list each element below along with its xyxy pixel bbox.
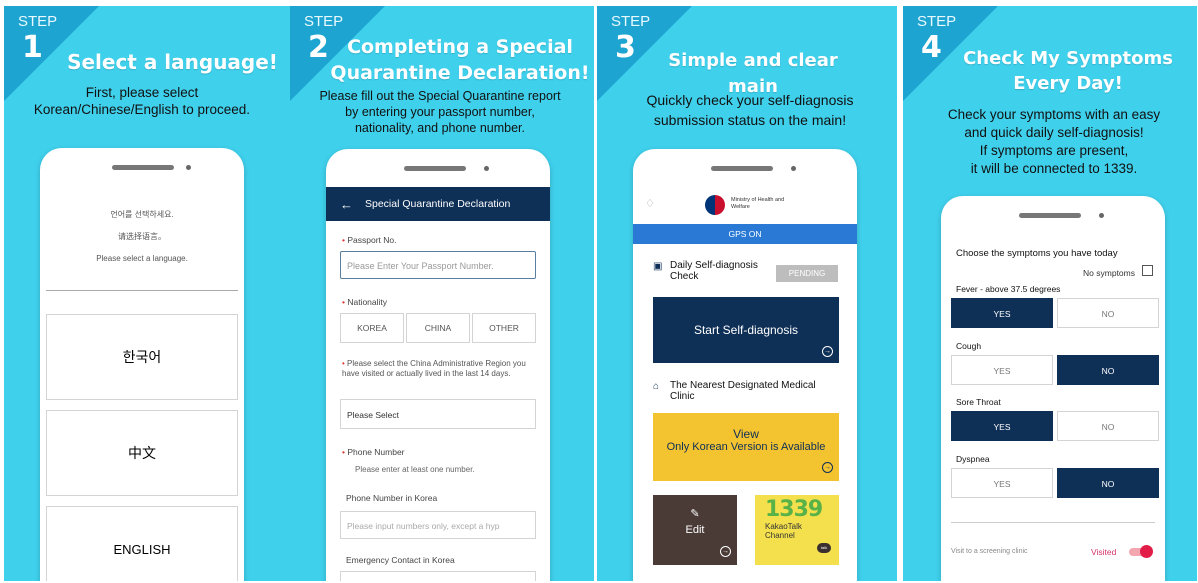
step-number: 4 [921, 30, 942, 65]
status-badge: PENDING [776, 265, 838, 282]
step-description: Please fill out the Special Quarantine r… [319, 89, 561, 135]
back-arrow-icon[interactable]: ← [340, 197, 353, 212]
language-option-english[interactable]: ENGLISH [46, 506, 238, 581]
step-label: STEP [18, 13, 58, 30]
nationality-other[interactable]: OTHER [472, 313, 536, 343]
phone-mockup: ♢ Ministry of Health and Welfare GPS ON … [633, 149, 857, 581]
kakaotalk-channel-button[interactable]: 1339 KakaoTalk Channel talk [755, 495, 839, 565]
symptom-no-button[interactable]: NO [1057, 411, 1159, 441]
symptom-yes-button[interactable]: YES [951, 411, 1053, 441]
clinic-title: The Nearest Designated Medical Clinic [670, 380, 816, 402]
symptom-label: Fever - above 37.5 degrees [956, 284, 1061, 294]
divider [951, 522, 1155, 523]
main-screen: ♢ Ministry of Health and Welfare GPS ON … [633, 187, 857, 581]
daily-check-title: Daily Self-diagnosis Check [670, 260, 758, 282]
phone-korea-input[interactable]: Please input numbers only, except a hyp [340, 511, 536, 539]
visited-status: Visited [1091, 547, 1117, 557]
emergency-contact-input[interactable] [340, 571, 536, 581]
symptoms-screen: Choose the symptoms you have today No sy… [941, 234, 1165, 581]
step-number: 1 [22, 30, 43, 65]
symptom-label: Cough [956, 341, 982, 351]
ministry-name: Ministry of Health and Welfare [731, 197, 785, 210]
symptom-yes-button[interactable]: YES [951, 468, 1053, 498]
talk-bubble-icon: talk [817, 543, 831, 553]
start-self-diagnosis-button[interactable]: Start Self-diagnosis → [653, 297, 839, 363]
arrow-circle-icon: → [720, 546, 731, 557]
phone-label: • Phone Number [342, 447, 405, 457]
step-description: First, please select Korean/Chinese/Engli… [33, 85, 251, 117]
step-3-panel: STEP 3 Simple and clear main Quickly che… [597, 6, 897, 581]
phone-speaker [404, 166, 466, 171]
ministry-logo-icon [705, 195, 725, 215]
emergency-contact-label: Emergency Contact in Korea [346, 555, 455, 565]
phone-camera [1099, 213, 1104, 218]
symptom-label: Sore Throat [956, 397, 1001, 407]
step-number: 2 [308, 30, 329, 65]
declaration-screen: ← Special Quarantine Declaration • Passp… [326, 187, 550, 581]
step-description: Quickly check your self-diagnosis submiss… [646, 92, 854, 128]
home-icon: ⌂ [653, 381, 660, 392]
passport-input[interactable]: Please Enter Your Passport Number. [340, 251, 536, 279]
phone-hint: Please enter at least one number. [355, 465, 475, 474]
step-label: STEP [304, 13, 344, 30]
phone-mockup: Choose the symptoms you have today No sy… [941, 196, 1165, 581]
no-symptoms-label: No symptoms [1083, 268, 1135, 278]
symptom-no-button[interactable]: NO [1057, 468, 1159, 498]
language-option-korean[interactable]: 한국어 [46, 314, 238, 400]
gps-status-bar: GPS ON [633, 224, 857, 244]
phone-camera [484, 166, 489, 171]
step-number: 3 [615, 30, 636, 65]
step-4-panel: STEP 4 Check My Symptoms Every Day! Check… [903, 6, 1197, 581]
visit-label: Visit to a screening clinic [951, 548, 1028, 555]
pencil-icon: ✎ [690, 508, 700, 520]
language-prompts: 언어를 선택하세요. 请选择语言。 Please select a language… [96, 210, 188, 263]
symptoms-heading: Choose the symptoms you have today [956, 248, 1118, 259]
phone-camera [186, 165, 191, 170]
region-select[interactable]: Please Select [340, 399, 536, 429]
symptom-label: Dyspnea [956, 454, 990, 464]
nationality-korea[interactable]: KOREA [340, 313, 404, 343]
no-symptoms-checkbox[interactable] [1142, 265, 1153, 276]
symptom-no-button[interactable]: NO [1057, 298, 1159, 328]
phone-speaker [711, 166, 773, 171]
view-clinic-button[interactable]: View Only Korean Version is Available → [653, 413, 839, 481]
symptom-yes-button[interactable]: YES [951, 355, 1053, 385]
step-2-panel: STEP 2 Completing a Special Quarantine De… [290, 6, 594, 581]
nationality-label: • Nationality [342, 297, 388, 307]
language-option-chinese[interactable]: 中文 [46, 410, 238, 496]
phone-korea-label: Phone Number in Korea [346, 493, 438, 503]
step-1-panel: STEP 1 Select a language! First, please … [4, 6, 300, 581]
step-label: STEP [611, 13, 651, 30]
kakao-number: 1339 [765, 497, 823, 522]
step-title: Check My Symptoms Every Day! [963, 48, 1173, 94]
form-header: ← Special Quarantine Declaration [326, 187, 550, 221]
step-title: Select a language! [67, 50, 278, 74]
bell-icon[interactable]: ♢ [645, 197, 655, 210]
phone-speaker [1019, 213, 1081, 218]
visited-toggle[interactable] [1129, 545, 1153, 558]
passport-label: • Passport No. [342, 235, 397, 245]
step-label: STEP [917, 13, 957, 30]
edit-button[interactable]: ✎ Edit → [653, 495, 737, 565]
calendar-icon: ▣ [653, 261, 663, 272]
nationality-china[interactable]: CHINA [406, 313, 470, 343]
phone-camera [791, 166, 796, 171]
step-title: Completing a Special Quarantine Declarati… [330, 36, 590, 84]
symptom-no-button[interactable]: NO [1057, 355, 1159, 385]
region-label: • Please select the China Administrative… [342, 359, 526, 378]
phone-mockup: ← Special Quarantine Declaration • Passp… [326, 149, 550, 581]
phone-speaker [112, 165, 174, 170]
arrow-circle-icon: → [822, 346, 833, 357]
step-description: Check your symptoms with an easy and quic… [947, 107, 1161, 176]
arrow-circle-icon: → [822, 462, 833, 473]
language-screen: 언어를 선택하세요. 请选择语言。 Please select a language… [40, 186, 244, 581]
symptom-yes-button[interactable]: YES [951, 298, 1053, 328]
phone-mockup: 언어를 선택하세요. 请选择语言。 Please select a language… [40, 148, 244, 581]
divider [46, 290, 238, 291]
